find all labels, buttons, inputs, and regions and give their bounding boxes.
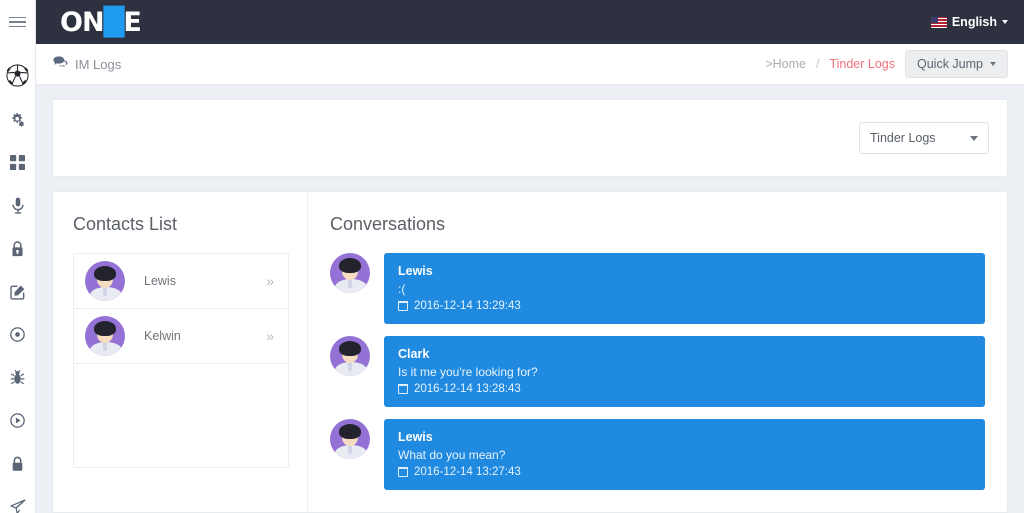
contacts-list: Lewis » Kelwin » bbox=[73, 253, 289, 468]
page-title: IM Logs bbox=[75, 57, 121, 72]
conversations-title: Conversations bbox=[330, 214, 985, 235]
filter-card: Tinder Logs bbox=[52, 99, 1008, 177]
bug-icon bbox=[10, 370, 25, 386]
lock-alt-icon bbox=[11, 241, 24, 257]
sidebar-item-target[interactable] bbox=[0, 313, 35, 356]
sidebar-item-brand[interactable] bbox=[0, 52, 35, 98]
soccer-ball-icon bbox=[6, 64, 29, 87]
sidebar-item-play[interactable] bbox=[0, 399, 35, 442]
log-type-selected-value: Tinder Logs bbox=[870, 131, 936, 145]
breadcrumb-home-link[interactable]: >Home bbox=[765, 57, 806, 71]
message-sender: Clark bbox=[398, 347, 971, 361]
sidebar-item-bug[interactable] bbox=[0, 356, 35, 399]
conversation-messages: Lewis :( 2016-12-14 13:29:43 bbox=[330, 253, 985, 490]
message-text: :( bbox=[398, 282, 971, 296]
calendar-icon bbox=[398, 384, 408, 394]
message-time-label: 2016-12-14 13:27:43 bbox=[414, 466, 521, 478]
sidebar-icon-list bbox=[0, 44, 35, 513]
message-text: Is it me you're looking for? bbox=[398, 365, 971, 379]
message-sender: Lewis bbox=[398, 430, 971, 444]
message-item[interactable]: Clark Is it me you're looking for? 2016-… bbox=[330, 336, 985, 407]
sidebar-item-lock[interactable] bbox=[0, 442, 35, 485]
breadcrumb-bar: IM Logs >Home / Tinder Logs Quick Jump bbox=[36, 44, 1024, 85]
quick-jump-label: Quick Jump bbox=[917, 57, 983, 71]
hamburger-icon bbox=[9, 14, 26, 31]
message-time-label: 2016-12-14 13:28:43 bbox=[414, 383, 521, 395]
chevron-down-icon bbox=[990, 62, 996, 66]
lock-icon bbox=[11, 456, 24, 472]
list-item[interactable]: Kelwin » bbox=[74, 309, 288, 364]
play-circle-icon bbox=[10, 413, 25, 428]
message-item[interactable]: Lewis What do you mean? 2016-12-14 13:27… bbox=[330, 419, 985, 490]
breadcrumb-current: Tinder Logs bbox=[829, 57, 895, 71]
message-time-label: 2016-12-14 13:29:43 bbox=[414, 300, 521, 312]
us-flag-icon bbox=[931, 17, 947, 28]
comments-icon bbox=[53, 56, 68, 72]
chevron-right-icon[interactable]: » bbox=[266, 274, 274, 288]
list-item[interactable]: Lewis » bbox=[74, 254, 288, 309]
sidebar-item-send[interactable] bbox=[0, 485, 35, 513]
avatar bbox=[330, 336, 370, 376]
message-text: What do you mean? bbox=[398, 448, 971, 462]
paper-plane-icon bbox=[10, 499, 26, 513]
hamburger-menu-button[interactable] bbox=[0, 0, 35, 44]
message-bubble: Clark Is it me you're looking for? 2016-… bbox=[384, 336, 985, 407]
cogs-icon bbox=[10, 112, 26, 128]
log-type-select[interactable]: Tinder Logs bbox=[859, 122, 989, 154]
sidebar-item-settings[interactable] bbox=[0, 98, 35, 141]
pencil-square-icon bbox=[10, 284, 26, 300]
message-bubble: Lewis What do you mean? 2016-12-14 13:27… bbox=[384, 419, 985, 490]
message-timestamp: 2016-12-14 13:29:43 bbox=[398, 300, 971, 312]
calendar-icon bbox=[398, 301, 408, 311]
breadcrumb: >Home / Tinder Logs Quick Jump bbox=[765, 50, 1020, 78]
sidebar bbox=[0, 0, 36, 513]
app-logo[interactable]: ON█E bbox=[60, 9, 141, 36]
avatar bbox=[85, 316, 125, 356]
quick-jump-button[interactable]: Quick Jump bbox=[905, 50, 1008, 78]
message-timestamp: 2016-12-14 13:28:43 bbox=[398, 383, 971, 395]
chevron-down-icon bbox=[1002, 20, 1008, 24]
avatar bbox=[85, 261, 125, 301]
contact-name: Lewis bbox=[144, 274, 176, 288]
app-root: ON█E English IM Logs >Home / Tinder L bbox=[0, 0, 1024, 513]
message-sender: Lewis bbox=[398, 264, 971, 278]
language-label: English bbox=[952, 15, 997, 29]
page-body: Tinder Logs Contacts List Lewis » bbox=[36, 85, 1024, 513]
message-bubble: Lewis :( 2016-12-14 13:29:43 bbox=[384, 253, 985, 324]
message-item[interactable]: Lewis :( 2016-12-14 13:29:43 bbox=[330, 253, 985, 324]
calendar-icon bbox=[398, 467, 408, 477]
contact-name: Kelwin bbox=[144, 329, 181, 343]
microphone-icon bbox=[11, 197, 25, 214]
sidebar-item-secure[interactable] bbox=[0, 227, 35, 270]
sidebar-item-dashboard[interactable] bbox=[0, 141, 35, 184]
conversations-panel: Conversations Lewis :( 2016-12-14 13:29:… bbox=[308, 192, 1007, 512]
language-selector[interactable]: English bbox=[931, 15, 1008, 29]
contacts-panel: Contacts List Lewis » Kelwin bbox=[53, 192, 308, 512]
sidebar-item-audio[interactable] bbox=[0, 184, 35, 227]
avatar bbox=[330, 253, 370, 293]
message-timestamp: 2016-12-14 13:27:43 bbox=[398, 466, 971, 478]
breadcrumb-separator: / bbox=[816, 57, 819, 71]
logo-text-part2: █ bbox=[104, 9, 124, 36]
logo-text-part3: E bbox=[123, 9, 140, 36]
contacts-title: Contacts List bbox=[73, 214, 289, 235]
top-navbar: ON█E English bbox=[36, 0, 1024, 44]
target-icon bbox=[10, 327, 25, 342]
sidebar-item-notes[interactable] bbox=[0, 270, 35, 313]
page-title-group: IM Logs bbox=[53, 56, 121, 72]
grid-icon bbox=[10, 155, 25, 170]
avatar bbox=[330, 419, 370, 459]
logo-text-part1: ON bbox=[60, 9, 104, 36]
im-logs-card: Contacts List Lewis » Kelwin bbox=[52, 191, 1008, 513]
chevron-down-icon bbox=[970, 136, 978, 141]
chevron-right-icon[interactable]: » bbox=[266, 329, 274, 343]
